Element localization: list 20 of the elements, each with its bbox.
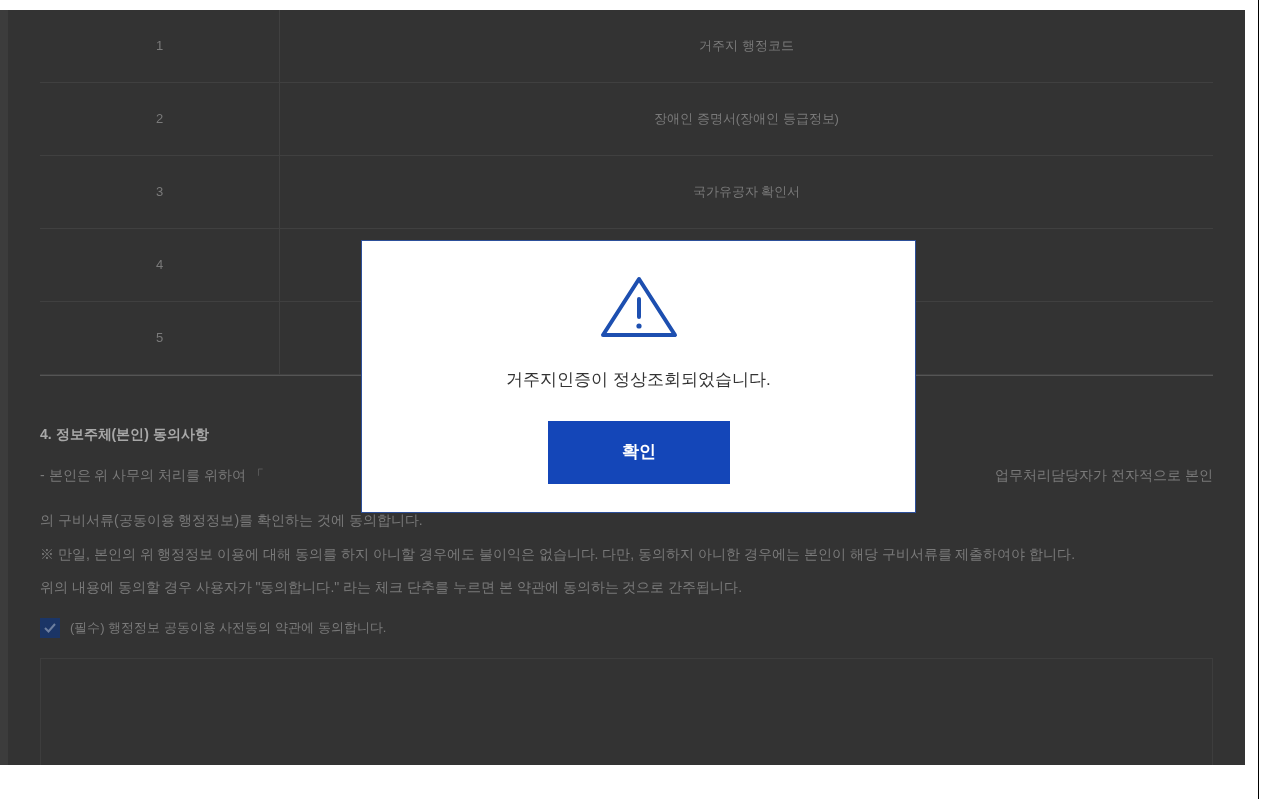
row-number: 4 [155,256,164,275]
row-number: 3 [155,183,164,202]
row-number: 2 [155,110,164,129]
confirm-button[interactable]: 확인 [547,420,730,484]
row-number: 1 [155,37,164,56]
section-heading: 4. 정보주체(본인) 동의사항 [40,425,210,444]
consent-text: - 본인은 위 사무의 처리를 위하여 「 [40,466,264,485]
document-name: 국가유공자 확인서 [692,183,801,202]
warning-icon [598,275,679,339]
document-name: 거주지 행정코드 [699,37,794,56]
guide-text: 위의 내용에 동의할 경우 사용자가 "동의합니다." 라는 체크 단추를 누르면 본 약관에 동의하는 것으로 간주됩니다. [40,578,744,597]
notice-text: ※ 만일, 본인의 위 행정정보 이용에 대해 동의를 하지 아니할 경우에도 불이익은 없습니다. 다만, 동의하지 아니한 경우에는 본인이 해당 구비서류를 제출하여야 합니다. [40,545,1077,564]
consent-text: 의 구비서류(공동이용 행정정보)를 확인하는 것에 동의합니다. [40,511,424,530]
agree-checkbox[interactable] [40,618,60,638]
dialog-message: 거주지인증이 정상조회되었습니다. [506,369,771,391]
check-icon [43,621,57,635]
consent-text: 업무처리담당자가 전자적으로 본인 [995,466,1213,485]
row-number: 5 [155,329,164,348]
document-name: 장애인 증명서(장애인 등급정보) [654,110,839,129]
agree-label: (필수) 행정정보 공동이용 사전동의 약관에 동의합니다. [70,619,387,638]
